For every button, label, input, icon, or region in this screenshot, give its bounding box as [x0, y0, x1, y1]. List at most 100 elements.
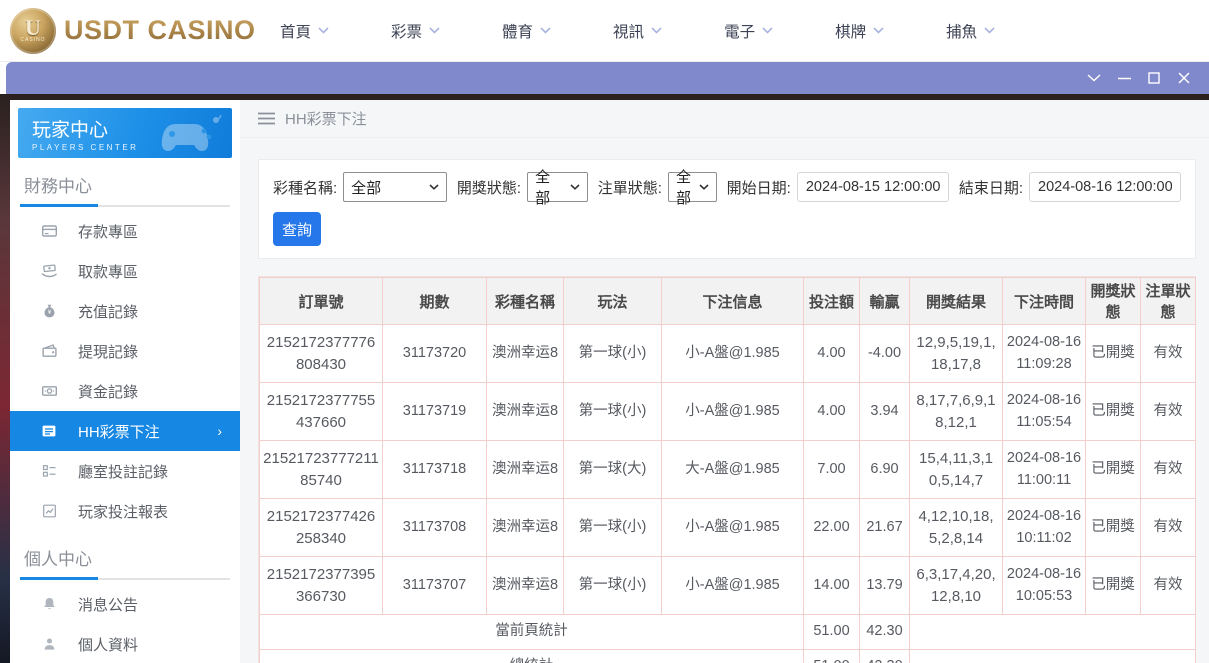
sidebar-item-withdraw[interactable]: 取款專區: [18, 251, 232, 291]
withdraw-hand-icon: [40, 263, 58, 279]
sidebar-item-label: 提現記錄: [78, 341, 138, 362]
hamburger-icon[interactable]: [258, 112, 275, 125]
sidebar-item-recharge-record[interactable]: ¥ 充值記錄: [18, 291, 232, 331]
sidebar-item-label: 玩家投注報表: [78, 501, 168, 522]
cell-lottery-name: 澳洲幸运8: [487, 499, 564, 557]
grand-total-summary-row: 總統計 51.00 42.30: [260, 650, 1196, 663]
summary-label: 當前頁統計: [260, 615, 804, 650]
nav-item-slots[interactable]: 電子: [724, 20, 773, 42]
cell-draw-status: 已開獎: [1086, 325, 1141, 383]
cell-bet-amount: 7.00: [804, 441, 860, 499]
nav-item-label: 捕魚: [946, 20, 977, 42]
logo-ball-icon: U CASINO: [10, 8, 56, 54]
cell-order-id: 2152172377395366730: [260, 557, 383, 615]
room-record-icon: [40, 463, 58, 479]
cell-bet-amount: 4.00: [804, 325, 860, 383]
nav-item-lottery[interactable]: 彩票: [391, 20, 440, 42]
site-logo[interactable]: U CASINO USDT CASINO: [10, 8, 260, 54]
lottery-name-select[interactable]: 全部: [343, 172, 447, 202]
col-bet-time: 下注時間: [1003, 278, 1086, 325]
cell-bet-info: 小-A盤@1.985: [662, 557, 804, 615]
sidebar-item-profile[interactable]: 個人資料: [18, 624, 232, 663]
start-date-input[interactable]: [797, 172, 949, 202]
current-page-summary-row: 當前頁統計 51.00 42.30: [260, 615, 1196, 650]
nav-item-label: 電子: [724, 20, 755, 42]
cell-play-type: 第一球(大): [564, 441, 662, 499]
chevron-down-icon: [570, 184, 580, 190]
cell-bet-amount: 4.00: [804, 383, 860, 441]
draw-status-select[interactable]: 全部: [527, 172, 588, 202]
bell-icon: [40, 596, 58, 612]
sidebar-item-withdrawal-record[interactable]: 提現記錄: [18, 331, 232, 371]
cell-winloss: 13.79: [860, 557, 910, 615]
logo-text: USDT CASINO: [64, 15, 256, 46]
deposit-card-icon: [40, 223, 58, 239]
cell-play-type: 第一球(小): [564, 499, 662, 557]
logo-mini-text: CASINO: [20, 37, 45, 43]
cell-order-id: 2152172377426258340: [260, 499, 383, 557]
cell-period: 31173719: [383, 383, 487, 441]
table-header-row: 訂單號 期數 彩種名稱 玩法 下注信息 投注額 輸贏 開獎結果 下注時間 開獎狀…: [260, 278, 1196, 325]
chevron-down-icon: [318, 27, 329, 34]
nav-item-live[interactable]: 視訊: [613, 20, 662, 42]
query-button[interactable]: 查詢: [273, 212, 321, 246]
summary-label: 總統計: [260, 650, 804, 663]
sidebar: 玩家中心 PLAYERS CENTER 財務中心 存款專區: [10, 100, 240, 663]
sidebar-item-announcements[interactable]: 消息公告: [18, 584, 232, 624]
sidebar-item-player-bet-report[interactable]: 玩家投注報表: [18, 491, 232, 531]
lottery-list-icon: [40, 423, 58, 439]
nav-item-sports[interactable]: 體育: [502, 20, 551, 42]
moneybag-icon: ¥: [40, 303, 58, 319]
sidebar-item-funds-record[interactable]: 資金記錄: [18, 371, 232, 411]
chevron-down-icon: [699, 184, 709, 190]
cell-play-type: 第一球(小): [564, 325, 662, 383]
col-lottery-name: 彩種名稱: [487, 278, 564, 325]
cell-draw-result: 12,9,5,19,1,18,17,8: [910, 325, 1003, 383]
sidebar-item-room-bet-record[interactable]: 廳室投註記錄: [18, 451, 232, 491]
cell-play-type: 第一球(小): [564, 557, 662, 615]
cell-order-status: 有效: [1141, 383, 1196, 441]
sidebar-item-hh-lottery-bets[interactable]: HH彩票下注 ›: [10, 411, 240, 451]
sidebar-item-label: HH彩票下注: [78, 421, 160, 442]
titlebar-chevron-down-icon[interactable]: [1079, 66, 1109, 90]
wallet-icon: [40, 343, 58, 359]
main-nav: 首頁 彩票 體育 視訊 電子 棋牌: [280, 20, 995, 42]
summary-winloss-total: 42.30: [860, 650, 910, 663]
chevron-down-icon: [540, 27, 551, 34]
chevron-right-icon: ›: [217, 423, 222, 439]
chevron-down-icon: [873, 27, 884, 34]
end-date-label: 結束日期:: [959, 177, 1023, 198]
cell-bet-info: 小-A盤@1.985: [662, 499, 804, 557]
cell-bet-info: 大-A盤@1.985: [662, 441, 804, 499]
chevron-down-icon: [762, 27, 773, 34]
chevron-down-icon: [651, 27, 662, 34]
cell-bet-time: 2024-08-16 11:09:28: [1003, 325, 1086, 383]
cell-order-status: 有效: [1141, 325, 1196, 383]
start-date-label: 開始日期:: [727, 177, 791, 198]
sidebar-item-label: 廳室投註記錄: [78, 461, 168, 482]
cell-lottery-name: 澳洲幸运8: [487, 383, 564, 441]
cell-play-type: 第一球(小): [564, 383, 662, 441]
cell-order-status: 有效: [1141, 557, 1196, 615]
order-status-select[interactable]: 全部: [668, 172, 717, 202]
nav-item-label: 棋牌: [835, 20, 866, 42]
table-row: 2152172377426258340 31173708 澳洲幸运8 第一球(小…: [260, 499, 1196, 557]
cell-order-id: 2152172377755437660: [260, 383, 383, 441]
sidebar-item-deposit[interactable]: 存款專區: [18, 211, 232, 251]
end-date-input[interactable]: [1029, 172, 1181, 202]
cell-bet-time: 2024-08-16 10:11:02: [1003, 499, 1086, 557]
maximize-icon[interactable]: [1139, 66, 1169, 90]
bets-table-card: 訂單號 期數 彩種名稱 玩法 下注信息 投注額 輸贏 開獎結果 下注時間 開獎狀…: [258, 276, 1196, 663]
nav-item-home[interactable]: 首頁: [280, 20, 329, 42]
cell-draw-status: 已開獎: [1086, 499, 1141, 557]
nav-item-label: 體育: [502, 20, 533, 42]
close-icon[interactable]: [1169, 66, 1199, 90]
section-divider: [20, 578, 230, 580]
nav-item-cards[interactable]: 棋牌: [835, 20, 884, 42]
summary-bet-total: 51.00: [804, 650, 860, 663]
nav-item-fishing[interactable]: 捕魚: [946, 20, 995, 42]
lottery-name-value: 全部: [351, 177, 381, 198]
page-header: HH彩票下注: [240, 100, 1209, 138]
cell-bet-time: 2024-08-16 11:00:11: [1003, 441, 1086, 499]
minimize-icon[interactable]: [1109, 66, 1139, 90]
